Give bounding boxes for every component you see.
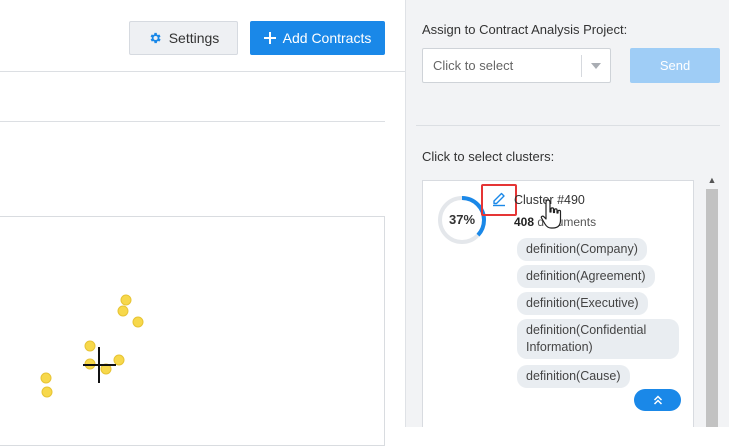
scroll-up-icon[interactable]: ▲ bbox=[704, 173, 720, 187]
add-contracts-button[interactable]: Add Contracts bbox=[250, 21, 385, 55]
scatter-point bbox=[132, 316, 144, 328]
collapse-tags-button[interactable] bbox=[634, 389, 681, 411]
select-clusters-label: Click to select clusters: bbox=[422, 149, 555, 164]
chevron-double-up-icon bbox=[653, 395, 662, 405]
scatter-point bbox=[41, 386, 53, 398]
settings-label: Settings bbox=[168, 30, 220, 46]
divider bbox=[416, 125, 720, 126]
progress-percent: 37% bbox=[448, 212, 476, 227]
main-area: Settings Add Contracts bbox=[0, 0, 405, 446]
pencil-icon bbox=[493, 192, 505, 207]
scatter-point bbox=[117, 305, 129, 317]
scatter-point bbox=[40, 372, 52, 384]
settings-button[interactable]: Settings bbox=[129, 21, 238, 55]
edit-cluster-button[interactable] bbox=[481, 184, 517, 216]
scatter-point bbox=[84, 340, 96, 352]
scatter-points bbox=[40, 294, 144, 398]
scatter-point bbox=[120, 294, 132, 306]
assign-project-label: Assign to Contract Analysis Project: bbox=[422, 22, 628, 37]
scrollbar-thumb[interactable] bbox=[706, 189, 718, 427]
gear-icon bbox=[150, 32, 161, 44]
add-contracts-label: Add Contracts bbox=[282, 30, 372, 46]
project-select-value: Click to select bbox=[433, 58, 514, 73]
cluster-tag: definition(Agreement) bbox=[517, 265, 655, 288]
scatter-point bbox=[113, 354, 125, 366]
plus-icon bbox=[263, 32, 276, 44]
send-button[interactable]: Send bbox=[630, 48, 720, 83]
cluster-tag: definition(Executive) bbox=[517, 292, 648, 315]
cluster-tag: definition(Company) bbox=[517, 238, 647, 261]
divider bbox=[0, 71, 405, 72]
select-separator bbox=[581, 55, 582, 77]
cluster-tag: definition(Cause) bbox=[517, 365, 630, 388]
cluster-tag: definition(Confidential Information) bbox=[517, 319, 679, 359]
crosshair-icon bbox=[83, 347, 116, 383]
project-select[interactable]: Click to select bbox=[422, 48, 611, 83]
divider bbox=[0, 121, 385, 122]
cluster-scatter-plot[interactable] bbox=[0, 216, 385, 446]
hand-cursor-icon bbox=[540, 199, 562, 229]
doc-count-number: 408 bbox=[514, 215, 535, 229]
chevron-down-icon[interactable] bbox=[591, 63, 601, 69]
cluster-list-scrollbar[interactable]: ▲ bbox=[704, 173, 720, 427]
